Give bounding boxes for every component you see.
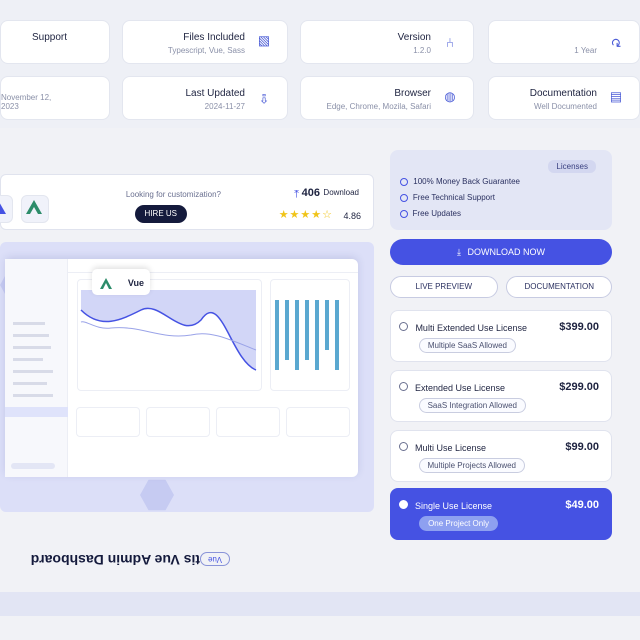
- info-label: Edge, Chrome, Mozila, Safari: [326, 102, 432, 111]
- plan-radio[interactable]: [399, 322, 408, 331]
- product-title: tis Vue Admin Dashboard: [30, 552, 200, 568]
- feature-item: 100% Money Back Guarantee: [400, 177, 520, 186]
- page-canvas: tis Vue Admin Dashboard Vue Vue HIRE US …: [0, 0, 640, 640]
- info-card-date: November 12, 2023: [0, 76, 110, 120]
- area-chart-card: [77, 279, 262, 391]
- documentation-button[interactable]: DOCUMENTATION: [506, 276, 612, 298]
- download-icon: ⤓: [294, 187, 299, 199]
- vue-logo-icon: [21, 195, 49, 223]
- doc-icon: ▤: [609, 91, 623, 106]
- hire-us-button[interactable]: HIRE US: [135, 205, 187, 223]
- check-icon: [400, 210, 408, 218]
- info-value: Documentation: [529, 88, 597, 99]
- check-icon: [400, 194, 408, 202]
- info-label: 1 Year: [574, 46, 597, 55]
- plan-name: Single Use License: [415, 501, 493, 511]
- plan-tag: Multiple SaaS Allowed: [419, 338, 517, 353]
- plan-radio[interactable]: [399, 500, 408, 509]
- vue-badge: Vue: [92, 269, 150, 295]
- plan-radio[interactable]: [399, 442, 408, 451]
- feature-item: Free Updates: [400, 209, 461, 218]
- features-box: Free Updates Free Technical Support 100%…: [390, 150, 612, 230]
- plan-price: $49.00: [565, 499, 599, 511]
- info-card-last-updated: ⇪ 2024-11-27 Last Updated: [122, 76, 288, 120]
- customization-text: Looking for customization?: [125, 190, 221, 199]
- check-icon: [400, 178, 408, 186]
- rating-value: 4.86: [343, 211, 361, 221]
- download-icon: ⤓: [457, 247, 461, 257]
- hire-card: HIRE US Looking for customization? 4.86 …: [0, 174, 374, 230]
- live-preview-button[interactable]: LIVE PREVIEW: [390, 276, 498, 298]
- bar-chart: [275, 300, 339, 370]
- plan-radio[interactable]: [399, 382, 408, 391]
- plan-single-use[interactable]: One Project Only $49.00 Single Use Licen…: [390, 488, 612, 540]
- info-band: ▤ Well Documented Documentation ◍ Edge, …: [0, 0, 640, 128]
- plan-multi-extended-use[interactable]: Multiple SaaS Allowed $399.00 Multi Exte…: [390, 310, 612, 362]
- kpi-card: [216, 407, 280, 437]
- plan-multi-use[interactable]: Multiple Projects Allowed $99.00 Multi U…: [390, 430, 612, 482]
- bar-chart-card: [270, 279, 350, 391]
- info-value: Last Updated: [185, 88, 246, 99]
- info-value: Version: [397, 32, 431, 43]
- info-value: Support: [31, 32, 67, 43]
- plan-price: $99.00: [565, 441, 599, 453]
- info-label: 1.2.0: [413, 46, 431, 55]
- mock-sidebar: [5, 259, 68, 477]
- footer-strip: [0, 592, 640, 616]
- plan-name: Multi Use License: [415, 443, 487, 453]
- info-value: Files Included: [183, 32, 245, 43]
- feature-item: Free Technical Support: [400, 193, 495, 202]
- info-card-browser: ◍ Edge, Chrome, Mozila, Safari Browser: [300, 76, 474, 120]
- info-card-files: ▧ Typescript, Vue, Sass Files Included: [122, 20, 288, 64]
- kpi-card: [146, 407, 210, 437]
- info-card-documentation: ▤ Well Documented Documentation: [488, 76, 640, 120]
- info-label: 2024-11-27: [204, 102, 245, 111]
- screenshot-root: tis Vue Admin Dashboard Vue Vue HIRE US …: [0, 0, 640, 640]
- info-label: Well Documented: [534, 102, 597, 111]
- kpi-card: [76, 407, 140, 437]
- plan-name: Multi Extended Use License: [415, 323, 527, 333]
- plan-price: $299.00: [559, 381, 599, 393]
- globe-icon: ◍: [444, 91, 456, 106]
- brand-logo-icon: [0, 195, 13, 223]
- framework-badge: Vue: [200, 552, 230, 566]
- dashboard-mockup: [5, 259, 358, 477]
- rating-stars: ★★★★☆: [278, 209, 333, 221]
- download-now-button[interactable]: DOWNLOAD NOW ⤓: [390, 239, 612, 265]
- plan-price: $399.00: [559, 321, 599, 333]
- plan-tag: One Project Only: [419, 516, 498, 531]
- hex-decoration: [140, 478, 174, 512]
- upload-icon: ⇪: [258, 91, 270, 106]
- info-card-support: Support: [0, 20, 110, 64]
- plan-tag: SaaS Integration Allowed: [419, 398, 527, 413]
- licenses-link[interactable]: Licenses: [548, 160, 596, 173]
- info-card-version: ⑂ 1.2.0 Version: [300, 20, 474, 64]
- info-label: November 12, 2023: [1, 93, 52, 111]
- vue-logo-icon: [100, 277, 112, 289]
- info-value: Browser: [394, 88, 431, 99]
- info-card-update: ↻ 1 Year: [488, 20, 640, 64]
- plan-extended-use[interactable]: SaaS Integration Allowed $299.00 Extende…: [390, 370, 612, 422]
- branch-icon: ⑂: [446, 35, 454, 50]
- kpi-card: [286, 407, 350, 437]
- plan-tag: Multiple Projects Allowed: [419, 458, 526, 473]
- dashboard-preview[interactable]: Vue: [0, 242, 374, 512]
- plan-name: Extended Use License: [415, 383, 506, 393]
- download-count: Download 406 ⤓: [294, 187, 359, 199]
- info-label: Typescript, Vue, Sass: [167, 46, 245, 55]
- file-icon: ▧: [257, 35, 271, 50]
- refresh-icon: ↻: [610, 35, 622, 50]
